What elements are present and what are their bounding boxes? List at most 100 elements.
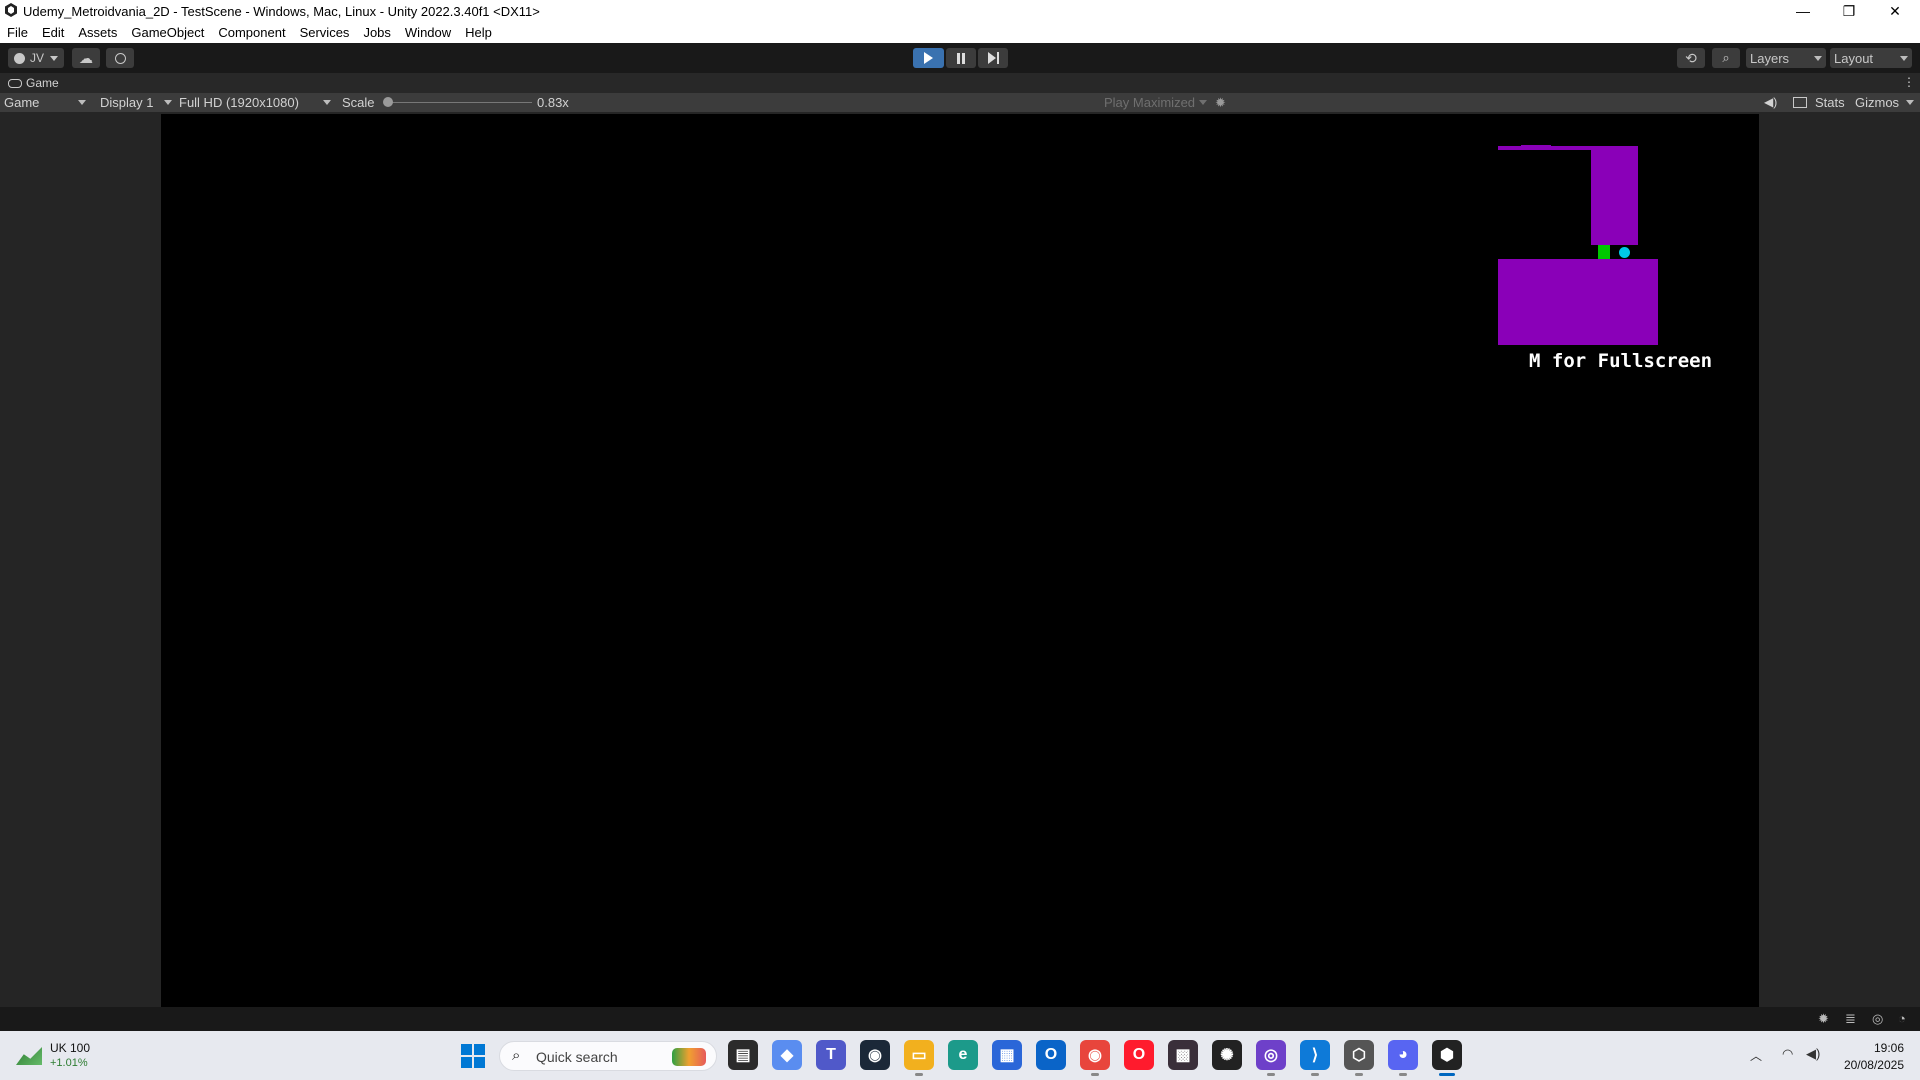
volume-icon[interactable]: ◀)	[1806, 1046, 1820, 1062]
play-mode-label: Play Maximized	[1104, 95, 1196, 110]
unity-hub-icon[interactable]: ⬡	[1344, 1040, 1374, 1076]
file-explorer-black-icon[interactable]: ▤	[728, 1040, 758, 1070]
resolution-dropdown[interactable]: Full HD (1920x1080)	[179, 93, 333, 112]
clock[interactable]: 19:06 20/08/2025	[1832, 1041, 1904, 1072]
running-app-indicator	[1091, 1073, 1099, 1076]
resolution-label: Full HD (1920x1080)	[179, 95, 299, 110]
menu-services[interactable]: Services	[293, 22, 357, 43]
menu-edit[interactable]: Edit	[35, 22, 71, 43]
search-icon: ⌕	[1722, 50, 1730, 65]
menu-component[interactable]: Component	[211, 22, 292, 43]
unity-icon[interactable]: ⬢	[1432, 1040, 1462, 1076]
vscode-icon[interactable]: ⟩	[1300, 1040, 1330, 1076]
clock-time: 19:06	[1873, 1041, 1904, 1055]
chevron-down-icon	[78, 100, 86, 105]
menu-gameobject[interactable]: GameObject	[124, 22, 211, 43]
running-app-indicator	[1267, 1073, 1275, 1076]
view-mode-label: Game	[4, 95, 40, 110]
status-bar: ✹ ≣ ◎ ◔	[0, 1007, 1920, 1031]
maximize-button[interactable]: ❐	[1826, 0, 1872, 22]
menu-file[interactable]: File	[0, 22, 35, 43]
orb-pickup	[1619, 247, 1630, 258]
history-button[interactable]: ⟲	[1677, 48, 1705, 68]
menu-window[interactable]: Window	[398, 22, 458, 43]
cloud-icon: ☁	[79, 49, 93, 66]
cloud-button[interactable]: ☁	[72, 48, 100, 68]
wall-block	[1591, 149, 1638, 245]
close-button[interactable]: ✕	[1872, 0, 1918, 22]
store-icon[interactable]: ▦	[992, 1040, 1022, 1070]
play-icon	[924, 52, 933, 64]
chevron-up-icon[interactable]: ︿	[1750, 1047, 1762, 1064]
gizmos-button[interactable]: Gizmos	[1855, 93, 1899, 112]
scale-slider-track[interactable]	[384, 102, 532, 103]
edge-icon[interactable]: e	[948, 1040, 978, 1070]
running-app-indicator	[915, 1073, 923, 1076]
chevron-down-icon[interactable]	[1906, 100, 1914, 105]
running-app-indicator	[1399, 1073, 1407, 1076]
opera-icon[interactable]: O	[1124, 1040, 1154, 1070]
chrome-icon[interactable]: ◉	[1080, 1040, 1110, 1076]
more-options-icon[interactable]: ⋮	[1903, 75, 1915, 89]
progress-icon[interactable]: ◔	[1898, 1011, 1906, 1026]
scale-slider-thumb[interactable]	[383, 97, 393, 107]
windows-logo-icon	[461, 1044, 472, 1055]
market-widget[interactable]: UK 100 +1.01%	[16, 1041, 90, 1069]
chatgpt-icon[interactable]: ✺	[1212, 1040, 1242, 1070]
play-mode-dropdown[interactable]: Play Maximized	[1104, 93, 1210, 112]
game-viewport[interactable]	[161, 114, 1759, 1007]
bug-icon[interactable]: ✹	[1215, 93, 1226, 112]
start-button[interactable]	[461, 1044, 485, 1068]
menu-bar: File Edit Assets GameObject Component Se…	[0, 22, 1920, 43]
running-app-indicator	[1311, 1073, 1319, 1076]
stats-button[interactable]: Stats	[1815, 93, 1845, 112]
display-dropdown[interactable]: Display 1	[100, 93, 172, 112]
chart-up-icon	[16, 1047, 42, 1065]
search-highlight-icon	[672, 1048, 706, 1066]
wifi-icon[interactable]: ◠	[1782, 1046, 1793, 1062]
fullscreen-hint: M for Fullscreen	[1529, 350, 1713, 372]
menu-help[interactable]: Help	[458, 22, 499, 43]
ledge-top	[1521, 145, 1551, 147]
game-app-icon[interactable]: ▩	[1168, 1040, 1198, 1070]
layers-stack-icon[interactable]: ≣	[1845, 1011, 1856, 1027]
profiler-icon[interactable]: ◎	[1872, 1011, 1883, 1027]
step-button[interactable]	[978, 48, 1008, 68]
windows-logo-icon	[474, 1057, 485, 1068]
folder-icon[interactable]: ▭	[904, 1040, 934, 1076]
chevron-down-icon	[1814, 56, 1822, 61]
search-button[interactable]: ⌕	[1712, 48, 1740, 68]
tab-game[interactable]: Game	[8, 76, 59, 90]
debug-icon[interactable]: ✹	[1818, 1011, 1829, 1027]
layout-dropdown[interactable]: Layout	[1830, 48, 1912, 68]
audio-icon[interactable]: ◀)	[1764, 93, 1777, 112]
account-dropdown[interactable]: JV	[8, 48, 64, 68]
layers-dropdown[interactable]: Layers	[1746, 48, 1826, 68]
teams-icon[interactable]: T	[816, 1040, 846, 1070]
view-mode-dropdown[interactable]: Game	[4, 93, 86, 112]
menu-assets[interactable]: Assets	[71, 22, 124, 43]
scale-label: Scale	[342, 95, 375, 110]
menu-jobs[interactable]: Jobs	[356, 22, 397, 43]
floor-block	[1498, 259, 1658, 345]
play-button[interactable]	[913, 48, 944, 68]
game-controls-bar: Game Display 1 Full HD (1920x1080) Scale…	[0, 93, 1920, 112]
account-icon	[13, 52, 25, 64]
widget-change: +1.01%	[50, 1057, 88, 1069]
outlook-icon[interactable]: O	[1036, 1040, 1066, 1070]
collab-button[interactable]	[106, 48, 134, 68]
pause-button[interactable]	[946, 48, 976, 68]
tab-game-label: Game	[26, 76, 59, 90]
discord-icon[interactable]: ◕	[1388, 1040, 1418, 1076]
active-app-indicator	[1439, 1073, 1455, 1076]
grid-icon[interactable]	[1793, 97, 1807, 108]
github-desktop-icon[interactable]: ◎	[1256, 1040, 1286, 1076]
minimize-button[interactable]: —	[1780, 0, 1826, 22]
widget-title: UK 100	[50, 1041, 91, 1055]
steam-icon[interactable]: ◉	[860, 1040, 890, 1070]
pause-icon	[957, 52, 960, 64]
gamepad-icon	[8, 78, 22, 88]
main-toolbar: JV ☁ ⟲ ⌕ Layers Layout	[0, 43, 1920, 73]
copilot-icon[interactable]: ◆	[772, 1040, 802, 1070]
search-box[interactable]: ⌕ Quick search	[499, 1041, 717, 1071]
